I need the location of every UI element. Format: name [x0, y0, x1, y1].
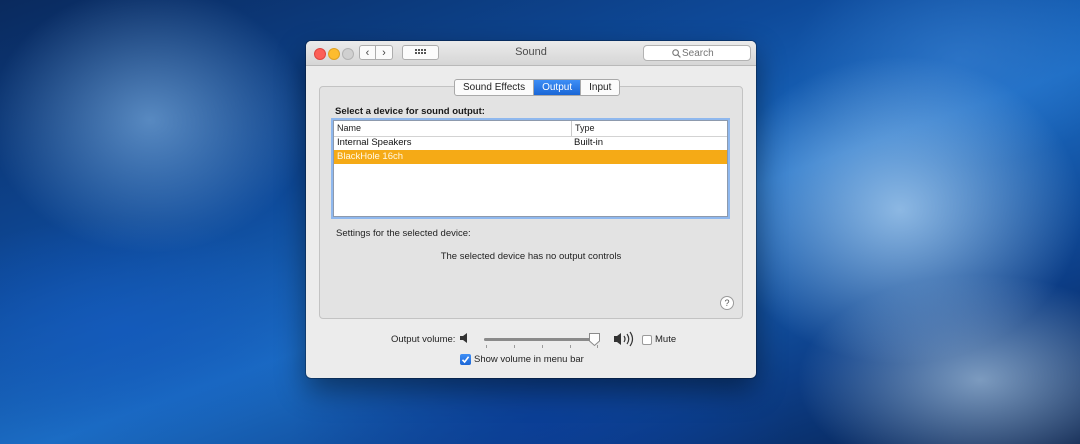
no-controls-message: The selected device has no output contro… [440, 251, 622, 262]
device-name: BlackHole 16ch [337, 151, 404, 162]
speaker-high-icon [614, 331, 634, 347]
help-button[interactable]: ? [720, 296, 734, 310]
sound-preferences-window: ‹ › Sound Sound Effects Output Input Sel… [306, 41, 756, 378]
tab-bar: Sound Effects Output Input [454, 79, 621, 96]
mute-checkbox[interactable] [642, 335, 652, 345]
table-row[interactable]: Internal Speakers Built-in [334, 136, 727, 150]
volume-slider[interactable] [484, 338, 600, 341]
device-name: Internal Speakers [337, 137, 412, 148]
column-header-type[interactable]: Type [571, 121, 595, 136]
volume-ticks [486, 345, 598, 349]
output-volume-label: Output volume: [391, 334, 456, 345]
show-volume-checkbox[interactable] [460, 354, 471, 365]
search-icon [672, 49, 681, 58]
show-volume-label[interactable]: Show volume in menu bar [474, 354, 584, 365]
speaker-low-icon [460, 333, 467, 343]
volume-slider-fill [484, 338, 595, 341]
settings-label: Settings for the selected device: [336, 228, 471, 239]
mute-label[interactable]: Mute [655, 334, 676, 345]
search-field[interactable] [643, 45, 751, 61]
tab-output[interactable]: Output [534, 80, 582, 95]
device-type: Built-in [574, 137, 604, 148]
output-device-table[interactable]: Name Type Internal Speakers Built-in Bla… [333, 120, 728, 217]
table-header: Name Type [334, 121, 727, 137]
checkmark-icon [461, 356, 470, 364]
search-input[interactable] [682, 46, 748, 60]
tab-sound-effects[interactable]: Sound Effects [455, 80, 535, 95]
title-bar[interactable]: ‹ › Sound [306, 41, 756, 66]
column-header-name[interactable]: Name [337, 121, 361, 136]
device-section-label: Select a device for sound output: [335, 106, 485, 117]
tab-input[interactable]: Input [581, 80, 619, 95]
table-row-selected[interactable]: BlackHole 16ch [334, 150, 727, 164]
